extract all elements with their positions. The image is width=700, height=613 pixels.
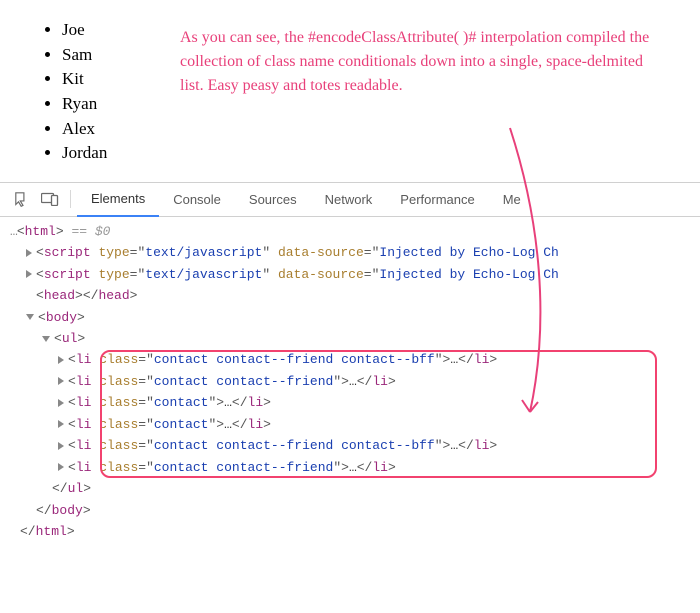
list-item: Alex: [62, 117, 700, 142]
tabbar-separator: [70, 190, 71, 208]
ellipsis-icon: …: [10, 224, 17, 239]
dom-row[interactable]: <head></head>: [0, 285, 700, 306]
annotation-text: As you can see, the #encodeClassAttribut…: [180, 26, 660, 98]
expand-icon[interactable]: [26, 270, 32, 278]
dom-row[interactable]: …<html> == $0: [0, 221, 700, 242]
expand-icon[interactable]: [58, 377, 64, 385]
tab-performance[interactable]: Performance: [386, 182, 488, 216]
expand-icon[interactable]: [58, 420, 64, 428]
dom-tree[interactable]: …<html> == $0 <script type="text/javascr…: [0, 217, 700, 553]
tab-network[interactable]: Network: [311, 182, 387, 216]
list-item: Jordan: [62, 141, 700, 166]
devtools-tabbar: Elements Console Sources Network Perform…: [0, 183, 700, 217]
expand-icon[interactable]: [26, 249, 32, 257]
dom-row[interactable]: <body>: [0, 307, 700, 328]
dom-row[interactable]: <li class="contact">…</li>: [0, 414, 700, 435]
expand-icon[interactable]: [58, 356, 64, 364]
dom-row[interactable]: <li class="contact contact--friend conta…: [0, 435, 700, 456]
dom-row[interactable]: <li class="contact contact--friend conta…: [0, 349, 700, 370]
dom-row[interactable]: <li class="contact contact--friend">…</l…: [0, 371, 700, 392]
dom-row[interactable]: </body>: [0, 500, 700, 521]
dom-row[interactable]: <script type="text/javascript" data-sour…: [0, 242, 700, 263]
tab-console[interactable]: Console: [159, 182, 235, 216]
expand-icon[interactable]: [58, 399, 64, 407]
selection-hint: == $0: [64, 224, 111, 239]
dom-row[interactable]: <script type="text/javascript" data-sour…: [0, 264, 700, 285]
expand-icon[interactable]: [58, 442, 64, 450]
dom-row[interactable]: </ul>: [0, 478, 700, 499]
tab-memory-partial[interactable]: Me: [489, 182, 535, 216]
dom-row[interactable]: <li class="contact contact--friend">…</l…: [0, 457, 700, 478]
collapse-icon[interactable]: [26, 314, 34, 320]
collapse-icon[interactable]: [42, 336, 50, 342]
tab-elements[interactable]: Elements: [77, 183, 159, 217]
devtools-panel: Elements Console Sources Network Perform…: [0, 182, 700, 553]
expand-icon[interactable]: [58, 463, 64, 471]
dom-row[interactable]: <ul>: [0, 328, 700, 349]
dom-row[interactable]: </html>: [0, 521, 700, 542]
device-toolbar-icon[interactable]: [36, 185, 64, 213]
dom-row[interactable]: <li class="contact">…</li>: [0, 392, 700, 413]
tab-sources[interactable]: Sources: [235, 182, 311, 216]
inspect-element-icon[interactable]: [8, 185, 36, 213]
